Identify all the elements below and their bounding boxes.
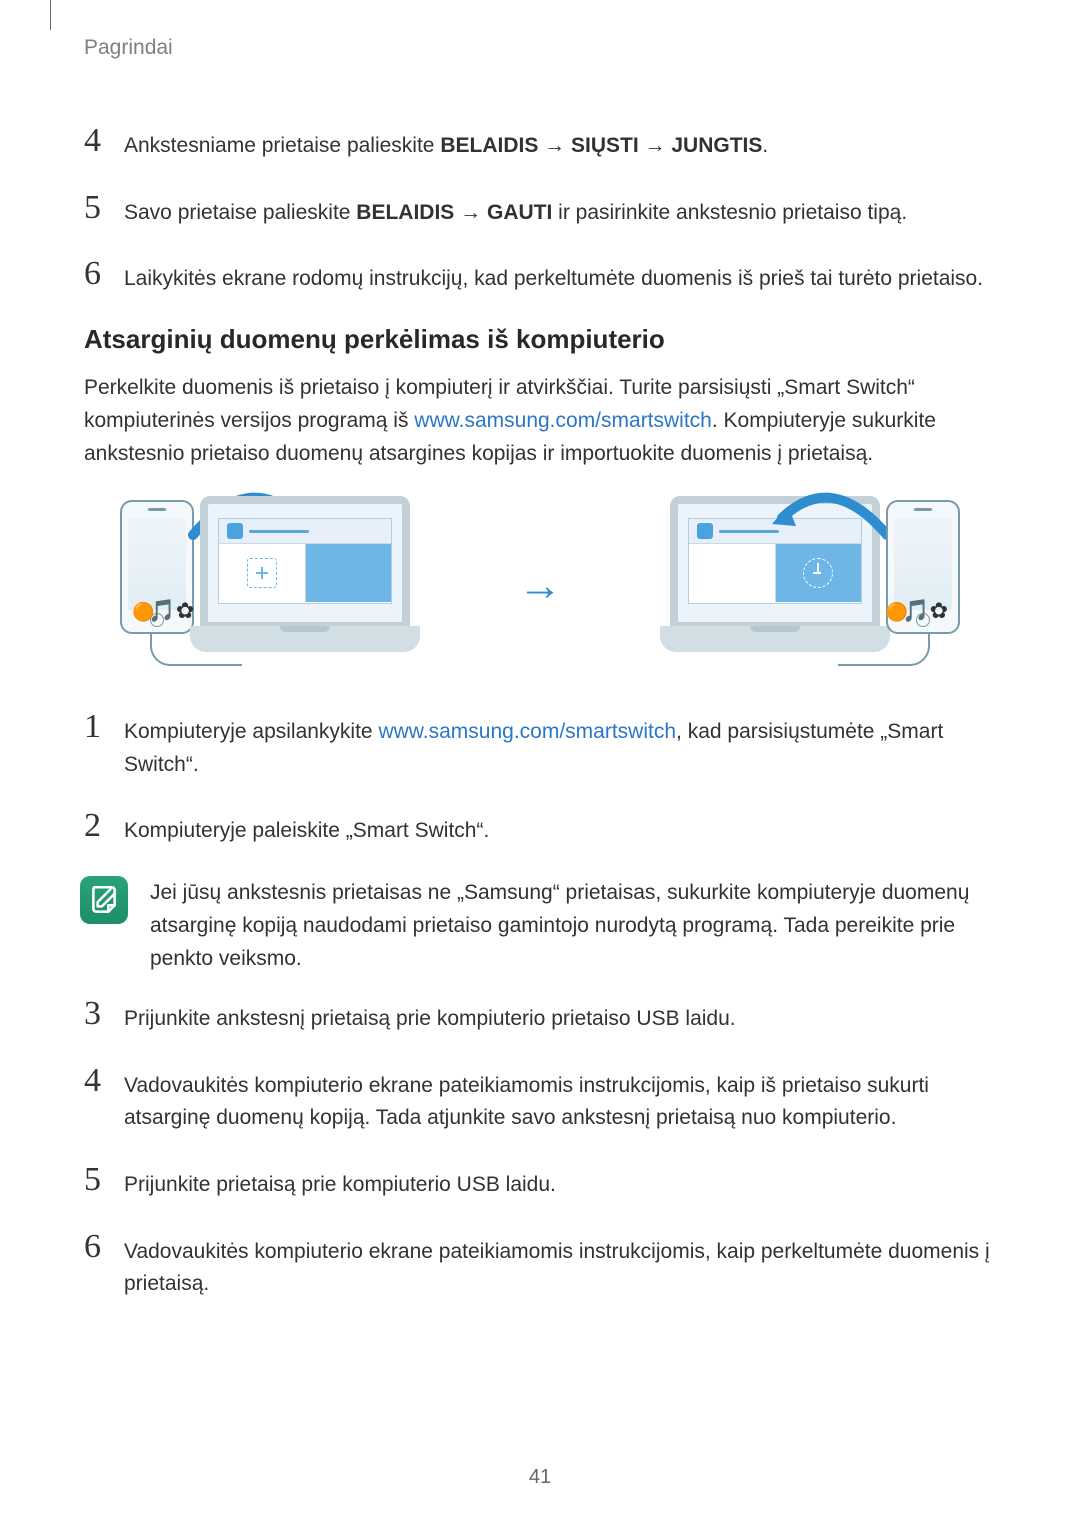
step-number: 6 [84, 257, 124, 291]
step-text: Kompiuteryje apsilankykite www.samsung.c… [124, 710, 996, 781]
arrow-right-icon: → [518, 561, 562, 611]
step-number: 6 [84, 1230, 124, 1264]
step-number: 2 [84, 809, 124, 843]
note-callout: Jei jūsų ankstesnis prietaisas ne „Samsu… [84, 876, 996, 976]
illustration-target: 🎵✿ [590, 496, 960, 676]
note-text: Jei jūsų ankstesnis prietaisas ne „Samsu… [150, 876, 996, 976]
step-2: 2 Kompiuteryje paleiskite „Smart Switch“… [84, 809, 996, 848]
step-6: 6 Laikykitės ekrane rodomų instrukcijų, … [84, 257, 996, 296]
step-text: Kompiuteryje paleiskite „Smart Switch“. [124, 809, 489, 848]
steps-list-computer: 1 Kompiuteryje apsilankykite www.samsung… [84, 710, 996, 1300]
step-text: Laikykitės ekrane rodomų instrukcijų, ka… [124, 257, 983, 296]
step-number: 5 [84, 191, 124, 225]
illustration-source: 🎵✿ [120, 496, 490, 676]
step-text: Ankstesniame prietaise palieskite BELAID… [124, 124, 768, 163]
intro-paragraph: Perkelkite duomenis iš prietaiso į kompi… [84, 371, 996, 471]
usb-cable-icon [838, 632, 930, 666]
step-3: 3 Prijunkite ankstesnį prietaisą prie ko… [84, 997, 996, 1036]
step-5b: 5 Prijunkite prietaisą prie kompiuterio … [84, 1163, 996, 1202]
steps-list-continued: 4 Ankstesniame prietaise palieskite BELA… [84, 124, 996, 296]
step-number: 4 [84, 1064, 124, 1098]
page-content: Pagrindai 4 Ankstesniame prietaise palie… [0, 0, 1080, 1301]
subheading: Atsarginių duomenų perkėlimas iš kompiut… [84, 324, 996, 355]
step-text: Savo prietaise palieskite BELAIDIS → GAU… [124, 191, 907, 230]
laptop-icon [190, 496, 420, 652]
note-icon [80, 876, 128, 924]
step-number: 5 [84, 1163, 124, 1197]
step-text: Vadovaukitės kompiuterio ekrane pateikia… [124, 1064, 996, 1135]
step-text: Vadovaukitės kompiuterio ekrane pateikia… [124, 1230, 996, 1301]
page-number: 41 [0, 1466, 1080, 1489]
arc-arrow-icon [772, 490, 892, 540]
step-4: 4 Ankstesniame prietaise palieskite BELA… [84, 124, 996, 163]
step-5: 5 Savo prietaise palieskite BELAIDIS → G… [84, 191, 996, 230]
header-section-title: Pagrindai [84, 36, 996, 60]
transfer-illustration: 🎵✿ → [84, 496, 996, 676]
usb-cable-icon [150, 632, 242, 666]
step-number: 4 [84, 124, 124, 158]
step-number: 3 [84, 997, 124, 1031]
media-icons: 🎵✿ [132, 598, 194, 624]
step-4b: 4 Vadovaukitės kompiuterio ekrane pateik… [84, 1064, 996, 1135]
smartswitch-link[interactable]: www.samsung.com/smartswitch [378, 720, 676, 743]
step-text: Prijunkite ankstesnį prietaisą prie komp… [124, 997, 736, 1036]
step-text: Prijunkite prietaisą prie kompiuterio US… [124, 1163, 556, 1202]
step-number: 1 [84, 710, 124, 744]
margin-rule [50, 0, 51, 30]
media-icons: 🎵✿ [886, 598, 948, 624]
smartswitch-link[interactable]: www.samsung.com/smartswitch [414, 409, 712, 432]
step-6b: 6 Vadovaukitės kompiuterio ekrane pateik… [84, 1230, 996, 1301]
step-1: 1 Kompiuteryje apsilankykite www.samsung… [84, 710, 996, 781]
